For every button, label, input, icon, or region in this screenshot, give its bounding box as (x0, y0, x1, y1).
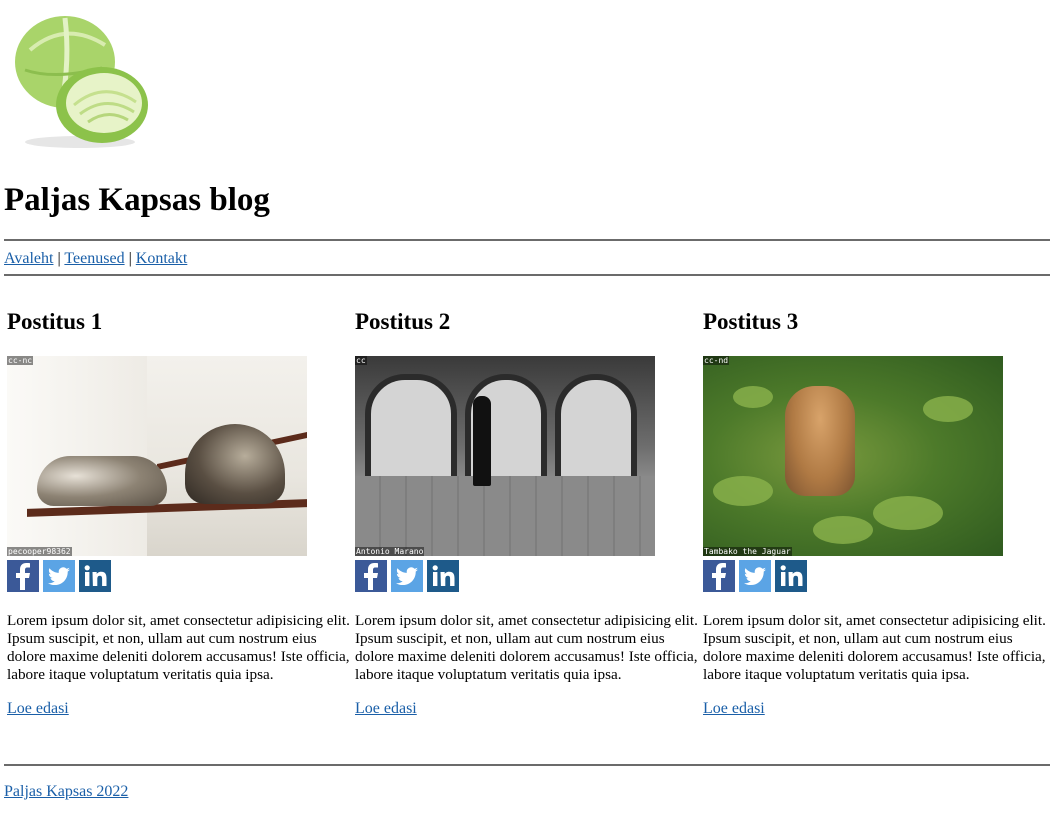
facebook-icon[interactable] (7, 560, 39, 592)
post-card: Postitus 3 cc-nd Tambako the Jaguar Lore… (703, 306, 1049, 717)
post-card: Postitus 2 cc Antonio Marano Lorem ipsum… (355, 306, 701, 717)
image-license-label: cc (355, 356, 367, 365)
post-title: Postitus 1 (7, 309, 103, 334)
linkedin-icon[interactable] (427, 560, 459, 592)
page-title: Paljas Kapsas blog (4, 182, 270, 218)
cabbage-logo (15, 16, 148, 148)
footer-link[interactable]: Paljas Kapsas 2022 (4, 782, 128, 802)
post-card: Postitus 1 cc-nc pecooper98362 Lorem ips… (7, 306, 353, 717)
twitter-icon[interactable] (391, 560, 423, 592)
nav-link-kontakt[interactable]: Kontakt (136, 250, 188, 267)
facebook-icon[interactable] (355, 560, 387, 592)
image-license-label: cc-nd (703, 356, 730, 365)
share-buttons (355, 560, 459, 592)
post-title: Postitus 3 (703, 309, 799, 334)
post-image-lynx: cc-nd Tambako the Jaguar (703, 356, 1003, 556)
read-more-link[interactable]: Loe edasi (703, 699, 765, 719)
divider-nav (4, 274, 1050, 276)
nav-link-avaleht[interactable]: Avaleht (4, 250, 53, 267)
nav-separator: | (128, 250, 132, 267)
post-excerpt: Lorem ipsum dolor sit, amet consectetur … (355, 612, 698, 683)
divider-top (4, 239, 1050, 241)
twitter-icon[interactable] (43, 560, 75, 592)
post-excerpt: Lorem ipsum dolor sit, amet consectetur … (7, 612, 350, 683)
nav-separator: | (57, 250, 61, 267)
post-image-cats: cc-nc pecooper98362 (7, 356, 307, 556)
read-more-link[interactable]: Loe edasi (7, 699, 69, 719)
image-author-label: pecooper98362 (7, 547, 72, 556)
divider-footer (4, 764, 1050, 766)
twitter-icon[interactable] (739, 560, 771, 592)
share-buttons (7, 560, 111, 592)
facebook-icon[interactable] (703, 560, 735, 592)
post-excerpt: Lorem ipsum dolor sit, amet consectetur … (703, 612, 1046, 683)
nav-link-teenused[interactable]: Teenused (64, 250, 124, 267)
image-license-label: cc-nc (7, 356, 34, 365)
image-author-label: Antonio Marano (355, 547, 425, 556)
post-image-arcade: cc Antonio Marano (355, 356, 655, 556)
image-author-label: Tambako the Jaguar (703, 547, 792, 556)
read-more-link[interactable]: Loe edasi (355, 699, 417, 719)
post-title: Postitus 2 (355, 309, 451, 334)
share-buttons (703, 560, 807, 592)
linkedin-icon[interactable] (79, 560, 111, 592)
linkedin-icon[interactable] (775, 560, 807, 592)
main-nav: Avaleht | Teenused | Kontakt (4, 249, 187, 269)
